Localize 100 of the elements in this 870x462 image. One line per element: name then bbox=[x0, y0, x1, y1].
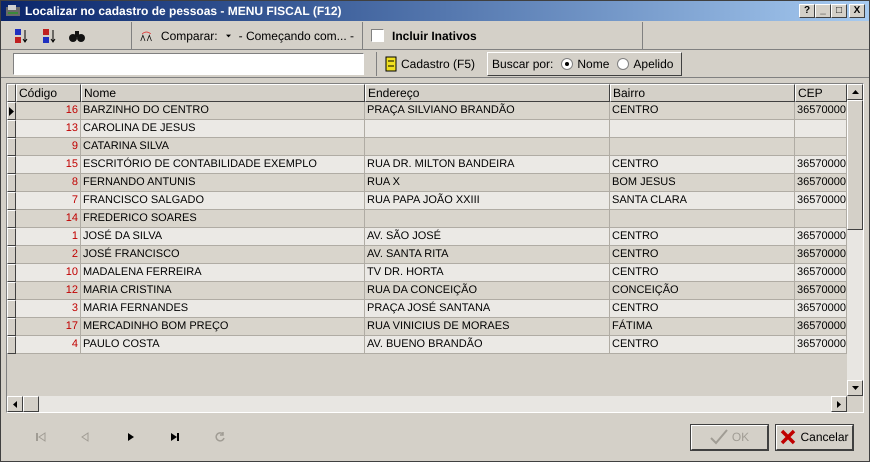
row-indicator[interactable] bbox=[7, 120, 16, 138]
include-inactive-label: Incluir Inativos bbox=[392, 28, 477, 44]
row-indicator[interactable] bbox=[7, 228, 16, 246]
row-indicator[interactable] bbox=[7, 156, 16, 174]
grid-corner bbox=[7, 84, 16, 102]
table-cell: CENTRO bbox=[610, 300, 795, 318]
help-button[interactable]: ? bbox=[799, 4, 815, 18]
table-cell: 36570000 bbox=[795, 192, 847, 210]
table-cell bbox=[795, 120, 847, 138]
table-cell: CENTRO bbox=[610, 228, 795, 246]
minimize-button[interactable]: _ bbox=[815, 4, 831, 18]
scroll-thumb[interactable] bbox=[847, 100, 863, 230]
scroll-up-icon[interactable] bbox=[852, 90, 858, 94]
compare-mode[interactable]: - Começando com... - bbox=[238, 26, 354, 44]
table-cell: 36570000 bbox=[795, 156, 847, 174]
table-cell: 8 bbox=[16, 174, 81, 192]
table-cell: 3 bbox=[16, 300, 81, 318]
table-cell: 15 bbox=[16, 156, 81, 174]
table-cell: ESCRITÓRIO DE CONTABILIDADE EXEMPLO bbox=[81, 156, 365, 174]
table-cell: 36570000 bbox=[795, 246, 847, 264]
scroll-down-icon[interactable] bbox=[852, 386, 858, 390]
column-header[interactable]: CEP bbox=[795, 84, 847, 102]
table-cell: PAULO COSTA bbox=[81, 336, 365, 354]
row-indicator[interactable] bbox=[7, 210, 16, 228]
row-indicator[interactable] bbox=[7, 174, 16, 192]
last-record-icon bbox=[168, 431, 180, 443]
row-indicator[interactable] bbox=[7, 138, 16, 156]
close-icon bbox=[780, 429, 796, 445]
sort-ascending-icon[interactable] bbox=[13, 28, 29, 44]
vertical-scrollbar[interactable] bbox=[847, 84, 863, 396]
table-cell: CENTRO bbox=[610, 156, 795, 174]
row-indicator[interactable] bbox=[7, 192, 16, 210]
sort-descending-icon[interactable] bbox=[41, 28, 57, 44]
close-button[interactable]: X bbox=[849, 4, 865, 18]
table-cell: MARIA FERNANDES bbox=[81, 300, 365, 318]
table-cell: 2 bbox=[16, 246, 81, 264]
table-cell: RUA DR. MILTON BANDEIRA bbox=[365, 156, 610, 174]
table-cell: RUA X bbox=[365, 174, 610, 192]
compare-label: Comparar: bbox=[160, 28, 218, 44]
table-cell: 36570000 bbox=[795, 228, 847, 246]
binoculars-icon[interactable] bbox=[69, 28, 85, 42]
table-cell: JOSÉ FRANCISCO bbox=[81, 246, 365, 264]
scroll-thumb[interactable] bbox=[23, 396, 39, 412]
row-indicator[interactable] bbox=[7, 336, 16, 354]
table-cell: FREDERICO SOARES bbox=[81, 210, 365, 228]
table-cell: 17 bbox=[16, 318, 81, 336]
row-indicator[interactable] bbox=[7, 282, 16, 300]
table-cell: 36570000 bbox=[795, 102, 847, 120]
row-indicator[interactable] bbox=[7, 300, 16, 318]
table-cell: CENTRO bbox=[610, 102, 795, 120]
table-cell: FERNANDO ANTUNIS bbox=[81, 174, 365, 192]
window-title: Localizar no cadastro de pessoas - MENU FISCAL (F12) bbox=[25, 3, 342, 20]
table-cell: 36570000 bbox=[795, 300, 847, 318]
scroll-right-icon[interactable] bbox=[837, 400, 841, 408]
first-record-icon bbox=[34, 431, 46, 443]
cabinet-icon bbox=[385, 56, 397, 72]
search-field[interactable] bbox=[13, 52, 364, 74]
table-cell: AV. BUENO BRANDÃO bbox=[365, 336, 610, 354]
maximize-button[interactable]: □ bbox=[831, 4, 847, 18]
check-icon bbox=[710, 429, 728, 445]
table-cell: FÁTIMA bbox=[610, 318, 795, 336]
column-header[interactable]: Nome bbox=[81, 84, 365, 102]
table-cell: 7 bbox=[16, 192, 81, 210]
table-cell: 36570000 bbox=[795, 282, 847, 300]
radio-option[interactable]: Apelido bbox=[617, 54, 674, 72]
table-cell bbox=[795, 138, 847, 156]
table-cell: 36570000 bbox=[795, 174, 847, 192]
row-indicator[interactable] bbox=[7, 264, 16, 282]
table-cell: 12 bbox=[16, 282, 81, 300]
table-cell: 10 bbox=[16, 264, 81, 282]
table-cell: PRAÇA SILVIANO BRANDÃO bbox=[365, 102, 610, 120]
dropdown-caret-icon[interactable] bbox=[226, 34, 231, 38]
radio-option[interactable]: Nome bbox=[561, 54, 610, 72]
table-cell: 13 bbox=[16, 120, 81, 138]
column-header[interactable]: Código bbox=[16, 84, 81, 102]
table-cell: AV. SÃO JOSÉ bbox=[365, 228, 610, 246]
scroll-left-icon[interactable] bbox=[13, 400, 17, 408]
table-cell: FRANCISCO SALGADO bbox=[81, 192, 365, 210]
cancel-button[interactable]: Cancelar bbox=[776, 424, 853, 450]
column-header[interactable]: Endereço bbox=[365, 84, 610, 102]
table-cell: 36570000 bbox=[795, 318, 847, 336]
column-header[interactable]: Bairro bbox=[610, 84, 795, 102]
app-icon bbox=[5, 3, 21, 19]
table-cell: 9 bbox=[16, 138, 81, 156]
refresh-icon bbox=[214, 431, 226, 443]
horizontal-scrollbar[interactable] bbox=[7, 396, 847, 412]
table-cell: 36570000 bbox=[795, 336, 847, 354]
search-by-label: Buscar por: bbox=[492, 56, 554, 72]
row-indicator[interactable] bbox=[7, 102, 16, 120]
table-cell: PRAÇA JOSÉ SANTANA bbox=[365, 300, 610, 318]
table-cell: MARIA CRISTINA bbox=[81, 282, 365, 300]
table-cell: BARZINHO DO CENTRO bbox=[81, 102, 365, 120]
row-indicator[interactable] bbox=[7, 318, 16, 336]
row-indicator[interactable] bbox=[7, 246, 16, 264]
table-cell: 4 bbox=[16, 336, 81, 354]
table-cell: RUA VINICIUS DE MORAES bbox=[365, 318, 610, 336]
table-cell: AV. SANTA RITA bbox=[365, 246, 610, 264]
register-button[interactable]: Cadastro (F5) bbox=[376, 52, 484, 76]
table-cell: 36570000 bbox=[795, 264, 847, 282]
table-cell: CAROLINA DE JESUS bbox=[81, 120, 365, 138]
